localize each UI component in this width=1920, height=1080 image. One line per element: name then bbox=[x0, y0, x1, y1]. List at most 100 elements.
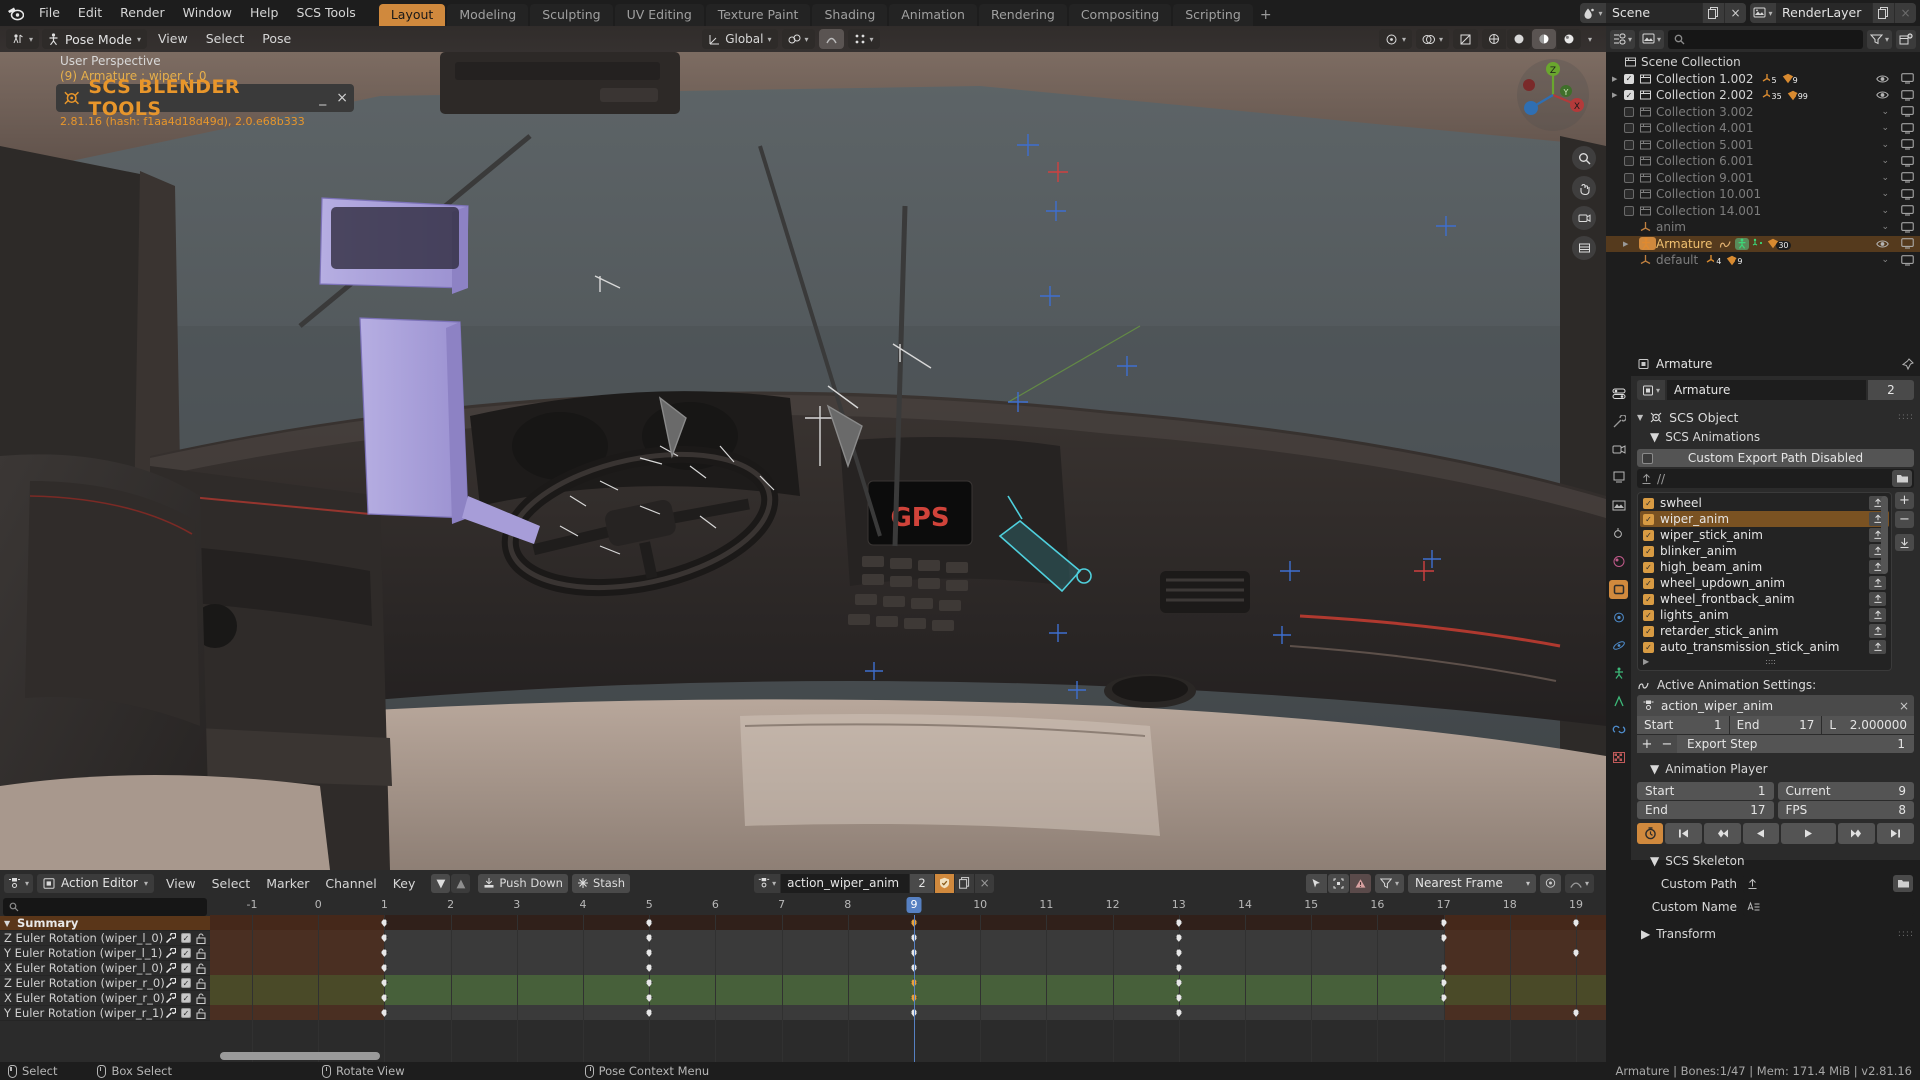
channel-row[interactable]: X Euler Rotation (wiper_l_0) ✓ bbox=[0, 961, 210, 976]
tab-physics[interactable] bbox=[1609, 636, 1628, 655]
animation-list-item[interactable]: ✓ wiper_stick_anim bbox=[1640, 527, 1889, 543]
object-id-row[interactable]: ▾ Armature 2 bbox=[1637, 380, 1914, 400]
action-range-row[interactable]: Start 1 End 17 L 2.000000 bbox=[1637, 716, 1915, 734]
tab-data[interactable] bbox=[1609, 692, 1628, 711]
outliner-row[interactable]: Collection 9.001 ⌄ bbox=[1606, 170, 1920, 187]
record-icon[interactable] bbox=[1637, 823, 1663, 844]
channel-row[interactable]: Z Euler Rotation (wiper_l_0) ✓ bbox=[0, 931, 210, 946]
collapse-chevron-icon[interactable]: ⌄ bbox=[1881, 222, 1889, 232]
shield-icon[interactable] bbox=[935, 873, 955, 893]
animation-list-item[interactable]: ✓ swheel bbox=[1640, 495, 1889, 511]
animation-checkbox[interactable]: ✓ bbox=[1643, 593, 1654, 605]
viewport-menu-pose[interactable]: Pose bbox=[254, 29, 299, 49]
custom-export-path-toggle[interactable]: Custom Export Path Disabled bbox=[1637, 449, 1914, 467]
editor-type-selector[interactable]: ▾ bbox=[6, 29, 40, 49]
animation-player-panel-header[interactable]: ▼ Animation Player bbox=[1637, 759, 1914, 778]
outliner-row-visibility[interactable]: ⌄ bbox=[1881, 106, 1914, 117]
chevron-down-icon[interactable]: ▼ bbox=[431, 873, 451, 893]
animation-list-item[interactable]: ✓ blinker_anim bbox=[1640, 543, 1889, 559]
keyframe-type-filter-group[interactable] bbox=[1305, 873, 1371, 893]
channel-icons[interactable]: ✓ bbox=[165, 962, 206, 974]
outliner-row-visibility[interactable]: ⌄ bbox=[1881, 222, 1914, 233]
eye-icon[interactable] bbox=[1876, 74, 1889, 84]
scs-panel-titlebar[interactable]: SCS BLENDER TOOLS _ × bbox=[56, 76, 354, 120]
animation-list-item[interactable]: ✓ wheel_frontback_anim bbox=[1640, 591, 1889, 607]
collection-checkbox[interactable] bbox=[1624, 205, 1634, 216]
outliner-search-input[interactable] bbox=[1668, 29, 1863, 49]
collapse-chevron-icon[interactable]: ⌄ bbox=[1881, 107, 1889, 117]
export-step-increase-button[interactable]: + bbox=[1637, 735, 1657, 753]
viewport-menu-select[interactable]: Select bbox=[198, 29, 253, 49]
dopesheet-editor-type-button[interactable]: ▾ bbox=[4, 873, 34, 893]
animation-export-icon[interactable] bbox=[1869, 608, 1886, 622]
outliner-row[interactable]: anim ⌄ bbox=[1606, 219, 1920, 236]
chevron-right-icon[interactable]: ▶ bbox=[1641, 927, 1650, 941]
collection-checkbox[interactable] bbox=[1624, 156, 1634, 167]
export-path-field[interactable]: // bbox=[1637, 469, 1914, 488]
collection-checkbox[interactable] bbox=[1624, 189, 1634, 200]
animation-checkbox[interactable]: ✓ bbox=[1643, 529, 1654, 541]
export-step-row[interactable]: + − Export Step 1 bbox=[1637, 735, 1914, 753]
properties-editor-type-button[interactable] bbox=[1609, 384, 1628, 403]
action-users-count[interactable]: 2 bbox=[910, 873, 935, 893]
channel-enable-checkbox[interactable]: ✓ bbox=[181, 978, 191, 988]
active-action-name[interactable]: action_wiper_anim bbox=[1661, 699, 1773, 713]
workspace-tab-modeling[interactable]: Modeling bbox=[447, 4, 529, 26]
screen-icon[interactable] bbox=[1901, 106, 1914, 117]
outliner-row-visibility[interactable] bbox=[1876, 238, 1914, 249]
player-current-field[interactable]: Current 9 bbox=[1777, 782, 1914, 800]
screen-icon[interactable] bbox=[1901, 156, 1914, 167]
screen-icon[interactable] bbox=[1901, 222, 1914, 233]
snap-settings-button[interactable]: ▾ bbox=[781, 29, 815, 49]
prev-keyframe-icon[interactable] bbox=[1703, 823, 1741, 844]
chevron-down-icon[interactable]: ▼ bbox=[1637, 413, 1643, 422]
tab-render[interactable] bbox=[1609, 440, 1628, 459]
dope-sheet-body[interactable]: ▼ Summary Z Euler Rotation (wiper_l_0) ✓ Y… bbox=[0, 896, 1606, 1062]
animation-list-item[interactable]: ✓ wheel_updown_anim bbox=[1640, 575, 1889, 591]
animations-list[interactable]: ✓ swheel ✓ wiper_anim ✓ wiper_stick_anim ✓ blin… bbox=[1637, 492, 1892, 671]
cursor-icon[interactable] bbox=[1305, 873, 1327, 893]
folder-icon[interactable] bbox=[1892, 470, 1912, 487]
tab-modifiers[interactable] bbox=[1609, 608, 1628, 627]
animations-scrollbar[interactable] bbox=[1881, 496, 1888, 574]
eye-icon[interactable] bbox=[1876, 90, 1889, 100]
playhead[interactable] bbox=[914, 915, 915, 1062]
channel-icons[interactable]: ✓ bbox=[165, 977, 206, 989]
tab-output[interactable] bbox=[1609, 468, 1628, 487]
custom-path-field[interactable] bbox=[1743, 874, 1914, 893]
chevron-down-icon[interactable]: ▼ bbox=[1650, 854, 1659, 868]
channel-enable-checkbox[interactable]: ✓ bbox=[181, 933, 191, 943]
channel-row-summary[interactable]: ▼ Summary bbox=[0, 916, 210, 931]
checkbox[interactable] bbox=[1642, 452, 1653, 464]
wireframe-shading-button[interactable] bbox=[1481, 29, 1506, 49]
screen-icon[interactable] bbox=[1901, 139, 1914, 150]
animation-checkbox[interactable]: ✓ bbox=[1643, 641, 1654, 653]
screen-icon[interactable] bbox=[1901, 189, 1914, 200]
tab-tool[interactable] bbox=[1609, 412, 1628, 431]
next-keyframe-icon[interactable] bbox=[1838, 823, 1876, 844]
workspace-tab-layout[interactable]: Layout bbox=[378, 4, 446, 26]
proportional-falloff-button[interactable]: ▾ bbox=[847, 29, 880, 49]
expand-triangle-icon[interactable]: ▶ bbox=[1612, 75, 1624, 83]
outliner-row-visibility[interactable]: ⌄ bbox=[1881, 123, 1914, 134]
viewport-menu-view[interactable]: View bbox=[150, 29, 196, 49]
viewlayer-name[interactable]: RenderLayer bbox=[1776, 3, 1872, 23]
timeline-ruler[interactable]: -1 0 1 2 3 4 5 6 7 8 9 10 11 12 13 14 15 16 17 18 19 bbox=[210, 896, 1606, 915]
tab-scene[interactable] bbox=[1609, 524, 1628, 543]
workspace-tab-compositing[interactable]: Compositing bbox=[1068, 4, 1172, 26]
collapse-chevron-icon[interactable]: ⌄ bbox=[1881, 206, 1889, 216]
collapse-chevron-icon[interactable]: ⌄ bbox=[1881, 123, 1889, 133]
properties-tab-column[interactable] bbox=[1606, 352, 1631, 860]
animation-checkbox[interactable]: ✓ bbox=[1643, 609, 1654, 621]
channel-enable-checkbox[interactable]: ✓ bbox=[181, 963, 191, 973]
delete-viewlayer-icon[interactable]: × bbox=[1894, 3, 1916, 23]
animation-list-item[interactable]: ✓ lights_anim bbox=[1640, 607, 1889, 623]
outliner-row[interactable]: Collection 3.002 ⌄ bbox=[1606, 104, 1920, 121]
x-icon[interactable]: × bbox=[975, 873, 995, 893]
toggle-ortho-icon[interactable] bbox=[1572, 236, 1596, 260]
top-menu-window[interactable]: Window bbox=[174, 3, 241, 23]
collapse-chevron-icon[interactable]: ⌄ bbox=[1881, 173, 1889, 183]
outliner-row[interactable]: ▶ ✓ Collection 2.002 35 99 bbox=[1606, 87, 1920, 104]
chevron-right-icon[interactable]: ▶ bbox=[1643, 657, 1649, 666]
stash-button[interactable]: Stash bbox=[571, 873, 631, 893]
